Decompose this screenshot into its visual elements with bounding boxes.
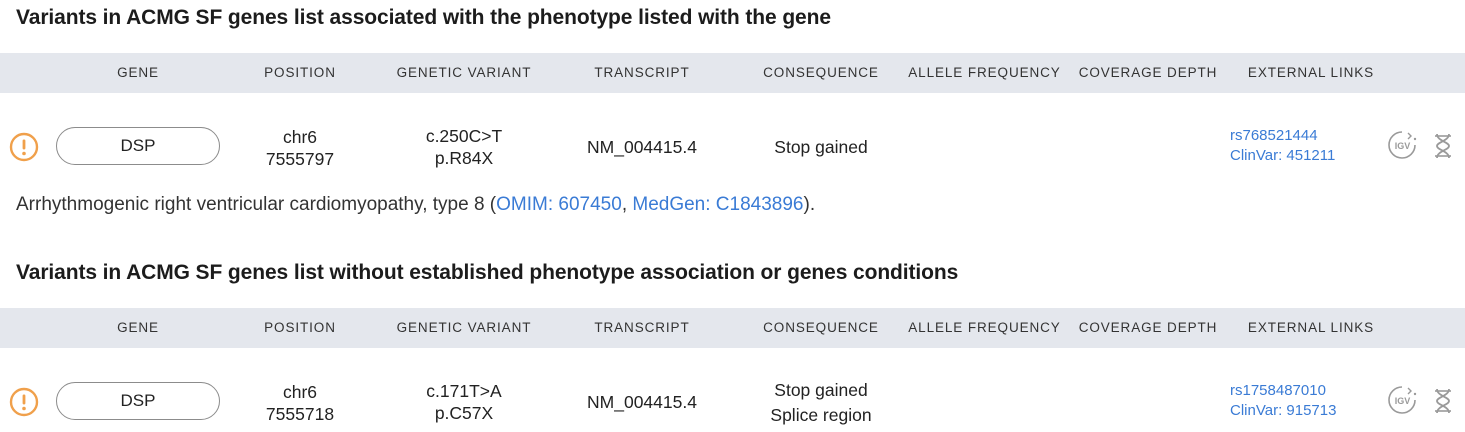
col-allele-frequency[interactable]: ALLELE FREQUENCY [902,53,1067,93]
svg-text:IGV: IGV [1395,141,1411,151]
col-external-links: EXTERNAL LINKS [1247,65,1375,80]
position-cell: chr6 7555718 [250,381,350,425]
col-coverage-depth[interactable]: COVERAGE DEPTH [1073,53,1223,93]
omim-link[interactable]: OMIM: 607450 [496,194,622,215]
coordinate: 7555718 [265,404,335,424]
transcript-cell: NM_004415.4 [587,392,697,412]
table-row: DSP chr6 7555718 c.171T>A p.C57X NM_0044… [0,372,1465,432]
gene-button[interactable]: DSP [56,382,220,420]
chromosome: chr6 [282,127,318,147]
external-links: rs768521444 ClinVar: 451211 [1230,126,1335,166]
warning-circle-icon[interactable] [9,132,39,162]
svg-text:IGV: IGV [1395,396,1411,406]
col-consequence[interactable]: CONSEQUENCE [756,308,886,348]
clinvar-link[interactable]: ClinVar: 915713 [1230,401,1336,421]
col-coverage-depth[interactable]: COVERAGE DEPTH [1073,308,1223,348]
external-links: rs1758487010 ClinVar: 915713 [1230,381,1336,421]
col-gene[interactable]: GENE [88,53,188,93]
section-title-associated: Variants in ACMG SF genes list associate… [16,6,831,29]
warning-circle-icon[interactable] [9,387,39,417]
dbsnp-link[interactable]: rs1758487010 [1230,381,1336,401]
chromosome: chr6 [282,382,318,402]
cdna-change: c.250C>T [425,126,503,146]
col-allele-frequency[interactable]: ALLELE FREQUENCY [902,308,1067,348]
consequence-value: Stop gained [774,137,868,157]
consequence-cell: Stop gained [746,136,896,158]
igv-icon[interactable]: IGV [1386,130,1419,160]
col-gene[interactable]: GENE [88,308,188,348]
coordinate: 7555797 [265,149,335,169]
variant-cell: c.250C>T p.R84X [384,125,544,169]
table-header: GENE POSITION GENETIC VARIANT TRANSCRIPT… [0,53,1465,93]
dna-icon[interactable] [1432,132,1454,160]
col-consequence[interactable]: CONSEQUENCE [756,53,886,93]
table-row: DSP chr6 7555797 c.250C>T p.R84X NM_0044… [0,117,1465,177]
cdna-change: c.171T>A [426,381,502,401]
consequence-cell: Stop gained Splice region [746,378,896,428]
col-transcript[interactable]: TRANSCRIPT [577,308,707,348]
position-cell: chr6 7555797 [250,126,350,170]
protein-change: p.C57X [434,403,494,423]
section-title-unestablished: Variants in ACMG SF genes list without e… [16,261,959,284]
medgen-link[interactable]: MedGen: C1843896 [632,194,803,215]
phenotype-separator: , [621,194,633,215]
col-position[interactable]: POSITION [250,53,350,93]
phenotype-description: Arrhythmogenic right ventricular cardiom… [16,194,815,216]
table-header: GENE POSITION GENETIC VARIANT TRANSCRIPT… [0,308,1465,348]
col-transcript[interactable]: TRANSCRIPT [577,53,707,93]
variant-cell: c.171T>A p.C57X [384,380,544,424]
consequence-value: Stop gained [774,380,868,400]
gene-button[interactable]: DSP [56,127,220,165]
phenotype-end: ). [803,194,816,215]
phenotype-text: Arrhythmogenic right ventricular cardiom… [16,194,497,215]
transcript-cell: NM_004415.4 [587,137,697,157]
col-position[interactable]: POSITION [250,308,350,348]
consequence-value: Splice region [770,405,872,425]
col-genetic-variant[interactable]: GENETIC VARIANT [384,308,544,348]
dna-icon[interactable] [1432,387,1454,415]
col-external-links: EXTERNAL LINKS [1247,320,1375,335]
clinvar-link[interactable]: ClinVar: 451211 [1230,146,1335,166]
igv-icon[interactable]: IGV [1386,385,1419,415]
dbsnp-link[interactable]: rs768521444 [1230,126,1335,146]
protein-change: p.R84X [434,148,494,168]
col-genetic-variant[interactable]: GENETIC VARIANT [384,53,544,93]
